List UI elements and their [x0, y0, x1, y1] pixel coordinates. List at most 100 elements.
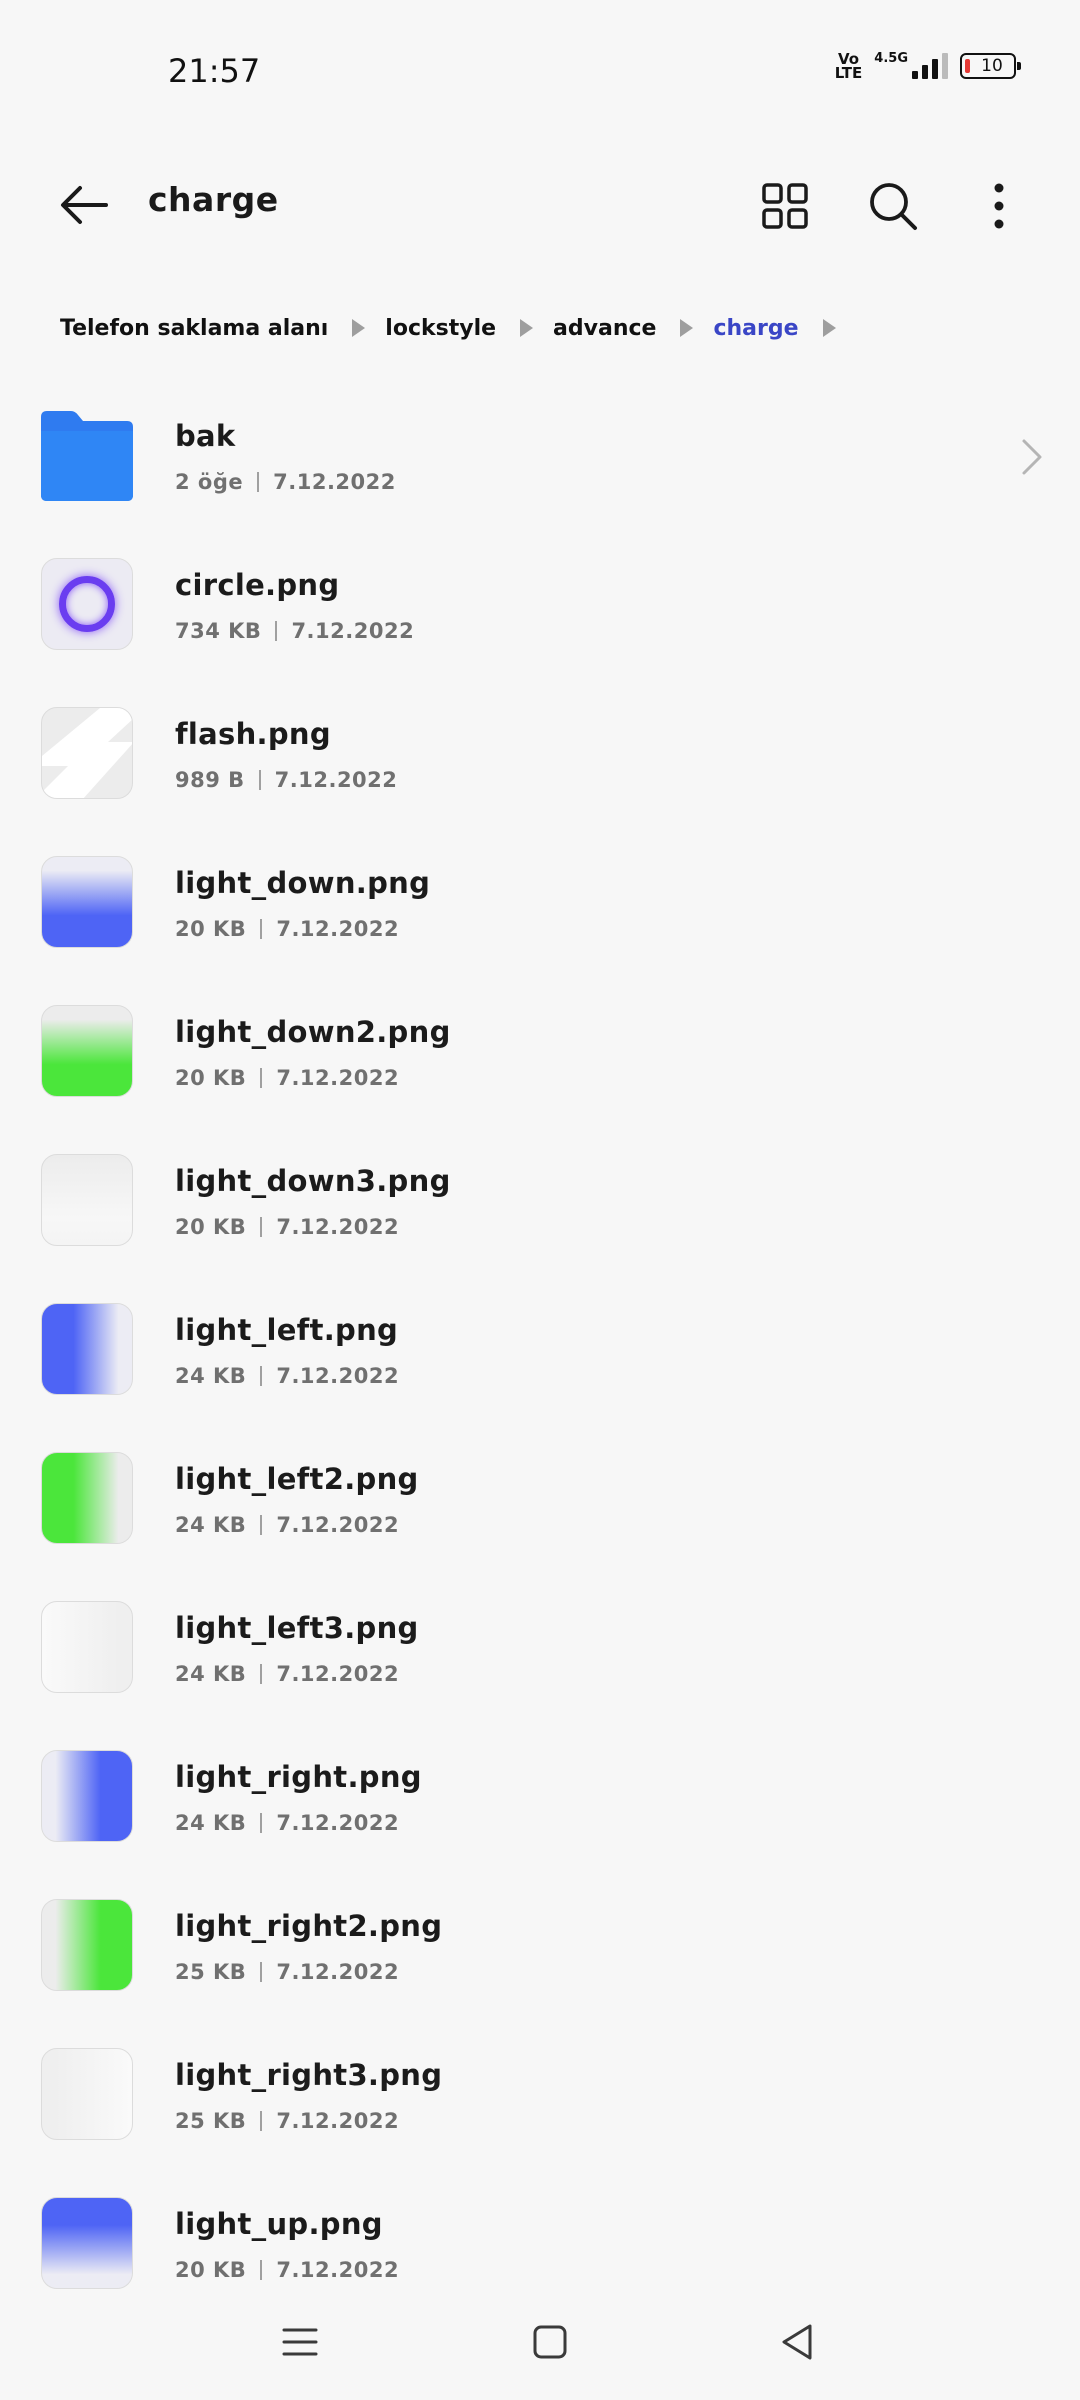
menu-icon	[282, 2328, 318, 2356]
recent-apps-button[interactable]	[280, 2322, 320, 2362]
image-thumbnail	[41, 1899, 133, 1991]
search-icon	[870, 183, 917, 230]
file-name: light_right3.png	[175, 2058, 443, 2092]
image-thumbnail	[41, 856, 133, 948]
file-row-light-down[interactable]: light_down.png 20 KB 7.12.2022	[0, 830, 1080, 979]
file-row-light-left2[interactable]: light_left2.png 24 KB 7.12.2022	[0, 1426, 1080, 1575]
file-size: 2 öğe	[175, 470, 244, 494]
file-name: light_down3.png	[175, 1164, 451, 1198]
more-options-button[interactable]	[968, 175, 1030, 237]
file-date: 7.12.2022	[276, 1364, 400, 1388]
breadcrumb-separator-icon	[520, 319, 534, 337]
file-name: light_right2.png	[175, 1909, 443, 1943]
file-meta: 2 öğe 7.12.2022	[175, 470, 396, 494]
image-thumbnail	[41, 1303, 133, 1395]
grid-view-icon	[762, 183, 808, 229]
more-vertical-icon	[994, 183, 1004, 229]
triangle-back-icon	[782, 2324, 812, 2360]
navigation-bar	[0, 2290, 1080, 2400]
file-size: 24 KB	[175, 1513, 247, 1537]
file-date: 7.12.2022	[276, 917, 400, 941]
battery-icon: 10	[960, 53, 1021, 79]
image-thumbnail	[41, 558, 133, 650]
folder-icon	[41, 409, 133, 501]
file-meta: 25 KB 7.12.2022	[175, 2109, 399, 2133]
grid-view-button[interactable]	[754, 175, 816, 237]
file-date: 7.12.2022	[276, 1513, 400, 1537]
image-thumbnail	[41, 1452, 133, 1544]
breadcrumb-separator-icon	[352, 319, 366, 337]
file-row-light-down3[interactable]: light_down3.png 20 KB 7.12.2022	[0, 1128, 1080, 1277]
file-name: light_up.png	[175, 2207, 383, 2241]
file-meta: 25 KB 7.12.2022	[175, 1960, 399, 1984]
image-thumbnail	[41, 1005, 133, 1097]
image-thumbnail	[41, 1601, 133, 1693]
page-title: charge	[148, 180, 279, 219]
file-row-bak[interactable]: bak 2 öğe 7.12.2022	[0, 383, 1080, 532]
screen: 21:57 Vo LTE 4.5G 10 charge Telefon sakl…	[0, 0, 1080, 2400]
image-thumbnail	[41, 707, 133, 799]
file-size: 989 B	[175, 768, 245, 792]
file-name: light_left.png	[175, 1313, 399, 1347]
file-size: 20 KB	[175, 1215, 247, 1239]
file-row-light-right3[interactable]: light_right3.png 25 KB 7.12.2022	[0, 2022, 1080, 2171]
file-date: 7.12.2022	[273, 470, 396, 494]
signal-icon	[912, 53, 948, 79]
volte-icon: Vo LTE	[834, 52, 863, 82]
file-date: 7.12.2022	[276, 2109, 400, 2133]
breadcrumb-separator-icon	[680, 319, 694, 337]
file-meta: 20 KB 7.12.2022	[175, 1215, 399, 1239]
home-button[interactable]	[530, 2322, 570, 2362]
breadcrumb-item-storage[interactable]: Telefon saklama alanı	[60, 316, 328, 341]
system-back-button[interactable]	[776, 2320, 816, 2364]
status-time: 21:57	[168, 52, 261, 90]
search-button[interactable]	[862, 175, 924, 237]
app-bar: charge	[0, 140, 1080, 270]
file-meta: 20 KB 7.12.2022	[175, 1066, 399, 1090]
status-bar: 21:57 Vo LTE 4.5G 10	[0, 0, 1080, 140]
file-name: light_down2.png	[175, 1015, 451, 1049]
file-size: 24 KB	[175, 1811, 247, 1835]
volte-bottom: LTE	[834, 64, 863, 82]
breadcrumb: Telefon saklama alanı lockstyle advance …	[60, 308, 856, 348]
status-icons: Vo LTE 4.5G 10	[834, 50, 1021, 82]
breadcrumb-item-advance[interactable]: advance	[553, 316, 656, 341]
file-date: 7.12.2022	[276, 1960, 400, 1984]
file-meta: 24 KB 7.12.2022	[175, 1364, 399, 1388]
breadcrumb-item-lockstyle[interactable]: lockstyle	[385, 316, 496, 341]
file-meta: 20 KB 7.12.2022	[175, 917, 399, 941]
file-size: 24 KB	[175, 1364, 247, 1388]
network-type: 4.5G	[874, 50, 908, 66]
file-name: light_right.png	[175, 1760, 422, 1794]
file-size: 734 KB	[175, 619, 262, 643]
image-thumbnail	[41, 1154, 133, 1246]
file-row-light-right2[interactable]: light_right2.png 25 KB 7.12.2022	[0, 1873, 1080, 2022]
file-row-light-down2[interactable]: light_down2.png 20 KB 7.12.2022	[0, 979, 1080, 1128]
file-name: light_down.png	[175, 866, 431, 900]
chevron-right-icon	[1022, 439, 1042, 475]
file-size: 25 KB	[175, 1960, 247, 1984]
battery-level: 10	[981, 56, 1003, 76]
file-meta: 20 KB 7.12.2022	[175, 2258, 399, 2282]
square-icon	[533, 2325, 567, 2359]
image-thumbnail	[41, 2197, 133, 2289]
file-row-flash[interactable]: flash.png 989 B 7.12.2022	[0, 681, 1080, 830]
file-date: 7.12.2022	[276, 1066, 400, 1090]
file-row-light-right[interactable]: light_right.png 24 KB 7.12.2022	[0, 1724, 1080, 1873]
file-list: bak 2 öğe 7.12.2022 circle.png 734 KB 7.12…	[0, 383, 1080, 2320]
file-size: 20 KB	[175, 1066, 247, 1090]
file-date: 7.12.2022	[276, 1662, 400, 1686]
file-name: circle.png	[175, 568, 340, 602]
file-row-circle[interactable]: circle.png 734 KB 7.12.2022	[0, 532, 1080, 681]
file-size: 25 KB	[175, 2109, 247, 2133]
file-row-light-left[interactable]: light_left.png 24 KB 7.12.2022	[0, 1277, 1080, 1426]
file-meta: 989 B 7.12.2022	[175, 768, 397, 792]
file-date: 7.12.2022	[276, 1215, 400, 1239]
file-meta: 734 KB 7.12.2022	[175, 619, 414, 643]
image-thumbnail	[41, 2048, 133, 2140]
breadcrumb-item-charge[interactable]: charge	[713, 316, 798, 341]
file-date: 7.12.2022	[274, 768, 398, 792]
file-date: 7.12.2022	[276, 1811, 400, 1835]
back-button[interactable]	[52, 173, 116, 237]
file-row-light-left3[interactable]: light_left3.png 24 KB 7.12.2022	[0, 1575, 1080, 1724]
